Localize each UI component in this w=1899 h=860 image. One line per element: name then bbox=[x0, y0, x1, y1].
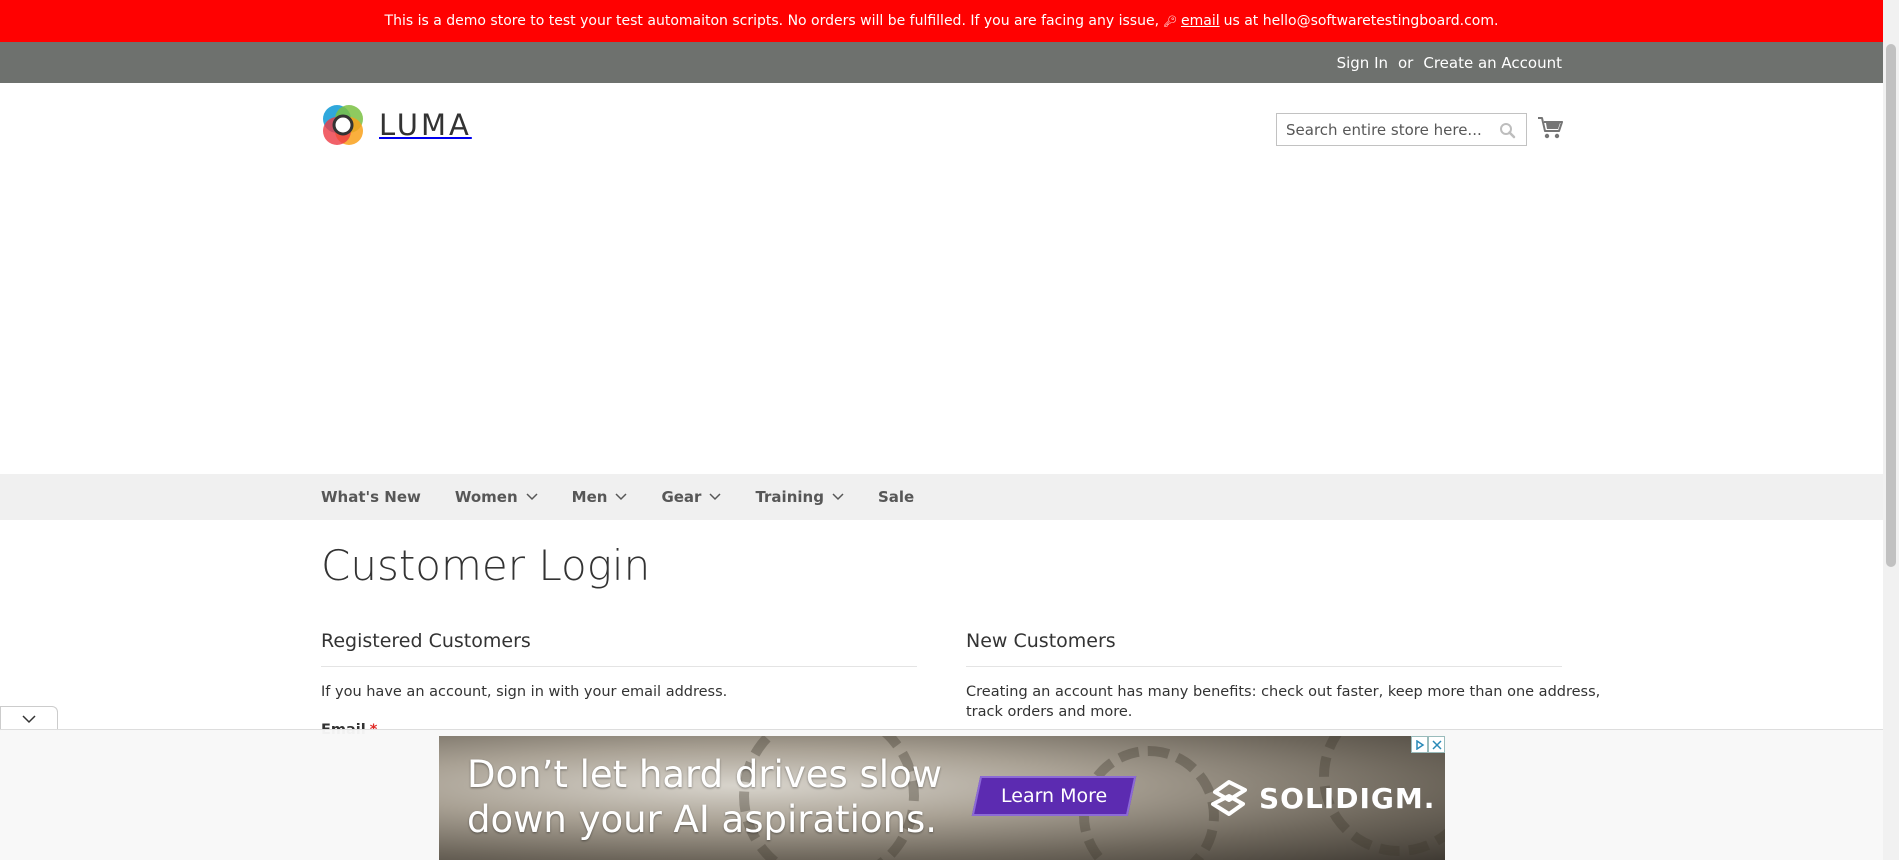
demo-notice-banner: This is a demo store to test your test a… bbox=[0, 0, 1883, 42]
ad-headline: Don’t let hard drives slow down your AI … bbox=[467, 752, 942, 842]
search-box bbox=[1276, 113, 1527, 146]
page: This is a demo store to test your test a… bbox=[0, 0, 1883, 860]
registered-divider bbox=[321, 666, 917, 667]
search-icon[interactable] bbox=[1499, 122, 1516, 139]
nav-item-sale[interactable]: Sale bbox=[878, 488, 914, 506]
ad-cta-label: Learn More bbox=[1000, 785, 1108, 807]
nav-item-label: Training bbox=[755, 488, 824, 506]
ad-brand-text: SOLIDIGM. bbox=[1259, 781, 1436, 815]
key-icon: 🔑︎ bbox=[1163, 14, 1177, 28]
chevron-down-icon bbox=[709, 493, 721, 501]
nav-item-label: Gear bbox=[661, 488, 702, 506]
email-link[interactable]: email bbox=[1181, 13, 1220, 29]
nav-item-whats-new[interactable]: What's New bbox=[321, 488, 421, 506]
ad-learn-more-button[interactable]: Learn More bbox=[971, 776, 1137, 816]
nav-item-label: Men bbox=[571, 488, 608, 506]
chevron-down-icon bbox=[526, 493, 538, 501]
luma-logo-icon bbox=[323, 105, 363, 145]
main-navigation: What's New Women Men Gear Training Sale bbox=[0, 474, 1883, 520]
logo-text: LUMA bbox=[379, 108, 472, 142]
new-customers-text-line1: Creating an account has many benefits: c… bbox=[966, 684, 1601, 700]
scrollbar-thumb[interactable] bbox=[1886, 44, 1896, 567]
cart-icon[interactable] bbox=[1537, 116, 1563, 140]
search-input[interactable] bbox=[1286, 120, 1486, 139]
nav-item-label: Women bbox=[454, 488, 518, 506]
create-account-link[interactable]: Create an Account bbox=[1423, 54, 1562, 72]
page-scrollbar[interactable] bbox=[1883, 0, 1899, 860]
header-links: Sign In or Create an Account bbox=[1337, 42, 1562, 83]
chevron-down-icon bbox=[22, 714, 36, 723]
new-customers-title: New Customers bbox=[966, 630, 1116, 652]
nav-item-training[interactable]: Training bbox=[755, 488, 844, 506]
ad-headline-line1: Don’t let hard drives slow bbox=[467, 753, 942, 796]
sign-in-link[interactable]: Sign In bbox=[1337, 54, 1388, 72]
nav-item-label: What's New bbox=[321, 488, 421, 506]
ad-choices-icon[interactable] bbox=[1411, 736, 1428, 753]
nav-item-gear[interactable]: Gear bbox=[661, 488, 721, 506]
luma-logo[interactable]: LUMA bbox=[321, 103, 472, 147]
ad-close-icon[interactable] bbox=[1428, 736, 1445, 753]
or-separator: or bbox=[1398, 53, 1414, 72]
ad-banner[interactable]: Don’t let hard drives slow down your AI … bbox=[439, 736, 1445, 860]
nav-items: What's New Women Men Gear Training Sale bbox=[321, 474, 948, 520]
header-panel: Sign In or Create an Account bbox=[0, 42, 1883, 83]
demo-notice-text: This is a demo store to test your test a… bbox=[384, 13, 1160, 29]
ad-headline-line2: down your AI aspirations. bbox=[467, 798, 938, 841]
chevron-down-icon bbox=[832, 493, 844, 501]
nav-item-men[interactable]: Men bbox=[572, 488, 628, 506]
solidigm-logo-icon bbox=[1211, 780, 1247, 816]
new-customers-divider bbox=[966, 666, 1562, 667]
ad-controls bbox=[1411, 736, 1445, 753]
nav-item-women[interactable]: Women bbox=[455, 488, 538, 506]
new-customers-text-line2: track orders and more. bbox=[966, 704, 1133, 720]
nav-item-label: Sale bbox=[877, 488, 915, 506]
ad-brand: SOLIDIGM. bbox=[1207, 778, 1435, 818]
registered-customers-text: If you have an account, sign in with you… bbox=[321, 684, 728, 700]
page-title: Customer Login bbox=[321, 541, 651, 590]
ad-collapse-button[interactable] bbox=[0, 706, 58, 731]
registered-customers-title: Registered Customers bbox=[321, 630, 531, 652]
chevron-down-icon bbox=[615, 493, 627, 501]
demo-notice-contact: us at hello@softwaretestingboard.com. bbox=[1223, 13, 1499, 29]
